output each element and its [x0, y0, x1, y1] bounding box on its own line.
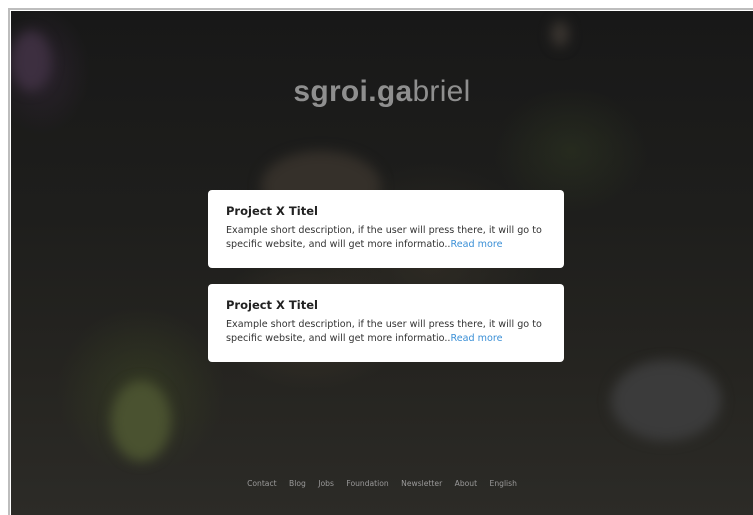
footer-link-contact[interactable]: Contact [247, 479, 277, 488]
footer-link-foundation[interactable]: Foundation [346, 479, 388, 488]
project-description: Example short description, if the user w… [226, 224, 546, 252]
background-decor [111, 381, 171, 461]
read-more-link[interactable]: Read more [450, 333, 502, 344]
project-card[interactable]: Project X Titel Example short descriptio… [208, 190, 564, 268]
project-title: Project X Titel [226, 298, 318, 312]
hero-background: sgroi.gabriel Project X Titel Example sh… [11, 11, 753, 515]
footer-link-newsletter[interactable]: Newsletter [401, 479, 442, 488]
site-logo[interactable]: sgroi.gabriel [11, 75, 753, 109]
footer-nav: Contact Blog Jobs Foundation Newsletter … [11, 479, 753, 488]
read-more-link[interactable]: Read more [450, 239, 502, 250]
footer-link-language[interactable]: English [490, 479, 517, 488]
background-decor [611, 361, 721, 441]
logo-bold-part: sgroi.ga [293, 75, 413, 108]
footer-link-blog[interactable]: Blog [289, 479, 306, 488]
footer-link-jobs[interactable]: Jobs [318, 479, 334, 488]
project-card[interactable]: Project X Titel Example short descriptio… [208, 284, 564, 362]
background-decor [551, 21, 569, 47]
project-description: Example short description, if the user w… [226, 318, 546, 346]
footer-link-about[interactable]: About [455, 479, 477, 488]
project-title: Project X Titel [226, 204, 318, 218]
logo-light-part: briel [412, 75, 471, 108]
